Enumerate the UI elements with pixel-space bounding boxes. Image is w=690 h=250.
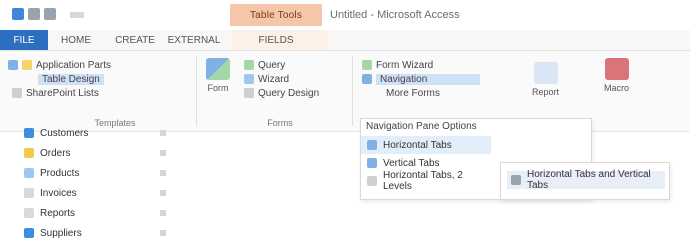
row-marker <box>160 210 166 216</box>
ribbon-item-label: Table Design <box>38 73 104 85</box>
group-label: Forms <box>267 118 293 128</box>
layout-icon <box>367 158 377 168</box>
form-icon <box>24 188 34 198</box>
wizard-icon <box>244 74 254 84</box>
tab-create[interactable]: CREATE <box>112 30 158 50</box>
ribbon-item[interactable]: Application Parts <box>8 58 188 72</box>
table-icon <box>24 228 34 238</box>
table-icon <box>24 128 34 138</box>
dropdown-item[interactable]: Horizontal Tabs, 2 Levels <box>361 170 491 192</box>
row-marker <box>160 150 166 156</box>
ribbon-item[interactable]: Query <box>244 58 354 72</box>
query-icon <box>244 60 254 70</box>
tab-fields[interactable]: FIELDS <box>256 30 296 50</box>
dropdown-item[interactable]: Horizontal Tabs <box>361 136 491 154</box>
row-marker <box>160 170 166 176</box>
customize-icon[interactable] <box>70 12 84 18</box>
macro-icon <box>604 58 629 80</box>
form-icon <box>206 58 230 80</box>
tab-home[interactable]: HOME <box>56 30 96 50</box>
window-title: Untitled - Microsoft Access <box>330 9 460 21</box>
ribbon-item[interactable]: Table Design <box>38 72 188 86</box>
nav-list-item[interactable]: Customers <box>24 124 88 142</box>
group-divider <box>196 56 197 126</box>
ribbon-tab-row <box>0 30 690 51</box>
row-marker <box>160 130 166 136</box>
folder-icon <box>24 148 34 158</box>
dropdown-list: Horizontal Tabs Vertical Tabs Horizontal… <box>361 136 491 192</box>
group-divider <box>352 56 353 126</box>
nav-list-item[interactable]: Suppliers <box>24 224 82 242</box>
ribbon-item[interactable]: Form Wizard <box>362 58 502 72</box>
redo-icon[interactable] <box>44 8 56 20</box>
more-forms-button[interactable]: More Forms <box>386 86 502 100</box>
ribbon-item[interactable]: Query Design <box>244 86 354 100</box>
sharepoint-icon <box>12 88 22 98</box>
navigation-icon <box>362 74 372 84</box>
submenu-item[interactable]: Horizontal Tabs and Vertical Tabs <box>507 169 665 191</box>
navigation-submenu: Horizontal Tabs and Vertical Tabs <box>500 162 670 200</box>
form-wizard-icon <box>362 60 372 70</box>
macro-button[interactable]: Macro <box>604 58 629 93</box>
report-icon <box>24 208 34 218</box>
tab-file[interactable]: FILE <box>0 30 48 50</box>
context-tab-title: Table Tools <box>230 4 322 26</box>
row-marker <box>160 190 166 196</box>
nav-list-item[interactable]: Invoices <box>24 184 77 202</box>
ribbon-item[interactable]: SharePoint Lists <box>12 86 188 100</box>
layout-icon <box>367 176 377 186</box>
parts-icon <box>8 60 18 70</box>
layout-icon <box>367 140 377 150</box>
table-icon <box>24 168 34 178</box>
ribbon-item-label: Application Parts <box>36 59 112 71</box>
design-icon <box>244 88 254 98</box>
report-icon <box>533 62 558 84</box>
undo-icon[interactable] <box>28 8 40 20</box>
ribbon-group-queries: Query Wizard Query Design <box>244 58 354 100</box>
nav-list-item[interactable]: Reports <box>24 204 75 222</box>
report-button[interactable]: Report <box>532 62 559 97</box>
save-icon[interactable] <box>12 8 24 20</box>
ribbon-item-label: SharePoint Lists <box>26 87 99 99</box>
nav-list-item[interactable]: Orders <box>24 144 71 162</box>
folder-icon <box>22 60 32 70</box>
row-marker <box>160 230 166 236</box>
layout-icon <box>511 175 521 185</box>
dropdown-header: Navigation Pane Options <box>366 120 477 132</box>
ribbon-group-forms: Form Wizard Navigation More Forms <box>362 58 502 100</box>
nav-list-item[interactable]: Products <box>24 164 79 182</box>
tab-external[interactable]: EXTERNAL <box>168 30 221 50</box>
form-button[interactable]: Form <box>206 58 230 93</box>
navigation-dropdown-button[interactable]: Navigation <box>362 72 502 86</box>
ribbon-group-templates: Application Parts Table Design SharePoin… <box>8 58 188 100</box>
ribbon-item[interactable]: Wizard <box>244 72 354 86</box>
